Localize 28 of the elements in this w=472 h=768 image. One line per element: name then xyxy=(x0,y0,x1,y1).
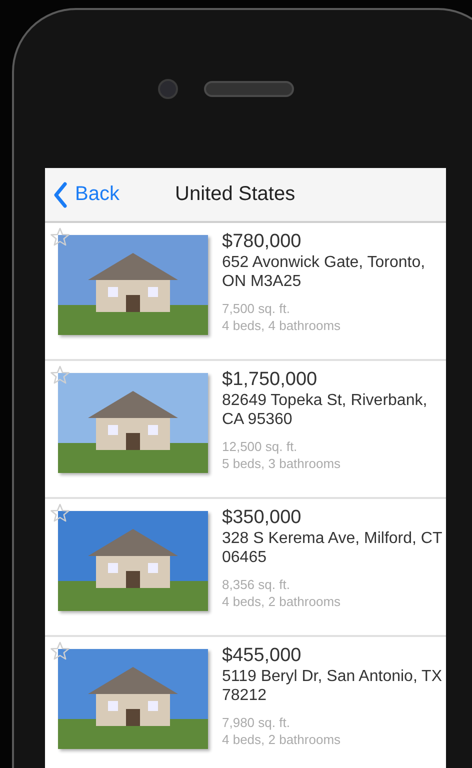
address-text: 5119 Beryl Dr, San Antonio, TX 78212 xyxy=(222,667,443,705)
listing-row[interactable]: $780,000 652 Avonwick Gate, Toronto, ON M3A25 7,500 sq. ft. 4 beds, 4 bathrooms xyxy=(45,223,446,361)
address-text: 328 S Kerema Ave, Milford, CT 06465 xyxy=(222,529,443,567)
back-button[interactable]: Back xyxy=(45,182,175,208)
star-icon[interactable] xyxy=(50,503,70,523)
listing-row[interactable]: $350,000 328 S Kerema Ave, Milford, CT 06465 8,356 sq. ft. 4 beds, 2 bathrooms xyxy=(45,499,446,637)
listing-row[interactable]: $455,000 5119 Beryl Dr, San Antonio, TX 78212 7,980 sq. ft. 4 beds, 2 bathrooms xyxy=(45,637,446,768)
price-text: $455,000 xyxy=(222,645,302,667)
area-text: 7,500 sq. ft. xyxy=(222,300,291,317)
area-text: 8,356 sq. ft. xyxy=(222,576,291,593)
address-text: 652 Avonwick Gate, Toronto, ON M3A25 xyxy=(222,253,426,291)
star-icon[interactable] xyxy=(50,641,70,661)
star-icon[interactable] xyxy=(50,365,70,385)
nav-title: United States xyxy=(175,183,296,206)
price-text: $780,000 xyxy=(222,231,302,253)
area-text: 12,500 sq. ft. xyxy=(222,438,298,455)
rooms-text: 4 beds, 2 bathrooms xyxy=(222,731,342,748)
rooms-text: 5 beds, 3 bathrooms xyxy=(222,455,342,472)
price-text: $1,750,000 xyxy=(222,369,318,391)
rooms-text: 4 beds, 4 bathrooms xyxy=(222,317,342,334)
address-text: 82649 Topeka St, Riverbank, CA 95360 xyxy=(222,391,428,429)
chevron-left-icon xyxy=(53,182,67,208)
star-icon[interactable] xyxy=(50,227,70,247)
area-text: 7,980 sq. ft. xyxy=(222,714,291,731)
rooms-text: 4 beds, 2 bathrooms xyxy=(222,593,342,610)
price-text: $350,000 xyxy=(222,507,302,529)
camera-icon xyxy=(158,79,178,99)
listing-row[interactable]: $1,750,000 82649 Topeka St, Riverbank, CA 95360 12,500 sq. ft. 5 beds, 3 bathrooms xyxy=(45,361,446,499)
